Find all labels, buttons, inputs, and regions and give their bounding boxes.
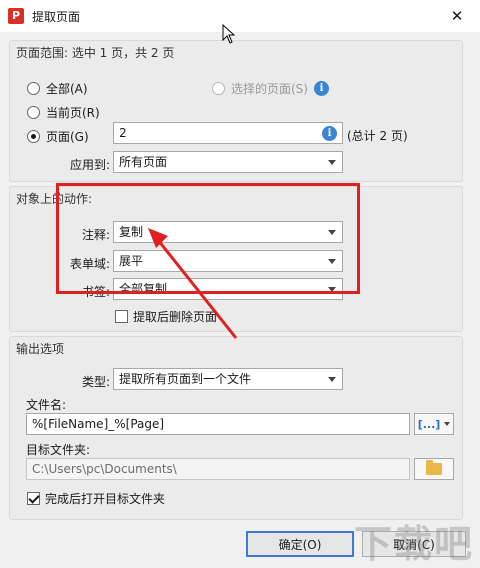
window-title: 提取页面 bbox=[32, 10, 81, 24]
cancel-button-label: 取消(C) bbox=[393, 537, 435, 552]
info-icon[interactable]: i bbox=[313, 81, 329, 96]
macro-icon: [...] bbox=[417, 417, 441, 431]
delete-after-extract-box[interactable] bbox=[115, 310, 128, 323]
annotation-value: 复制 bbox=[119, 225, 144, 239]
radio-pages-label: 页面(G) bbox=[46, 130, 89, 144]
radio-selected-label: 选择的页面(S) bbox=[231, 82, 308, 96]
annotation-label: 注释: bbox=[81, 228, 110, 242]
dialog-body: 页面范围: 选中 1 页，共 2 页 全部(A) 选择的页面(S) i 当前页(… bbox=[0, 32, 480, 568]
chevron-down-icon bbox=[444, 422, 451, 426]
app-logo-icon: P bbox=[8, 8, 24, 24]
target-folder-value: C:\Users\pc\Documents\ bbox=[32, 462, 177, 476]
radio-current-label: 当前页(R) bbox=[46, 106, 100, 120]
page-range-title: 页面范围: 选中 1 页，共 2 页 bbox=[16, 46, 175, 60]
filename-label: 文件名: bbox=[26, 398, 67, 412]
pages-input-value: 2 bbox=[119, 126, 127, 140]
target-folder-label: 目标文件夹: bbox=[26, 443, 91, 457]
close-button[interactable]: ✕ bbox=[434, 0, 480, 32]
object-actions-title: 对象上的动作: bbox=[16, 192, 93, 206]
apply-to-value: 所有页面 bbox=[119, 155, 168, 169]
form-field-label: 表单域: bbox=[69, 257, 110, 271]
radio-pages[interactable]: 页面(G) bbox=[27, 128, 89, 145]
mouse-cursor-icon bbox=[222, 24, 236, 44]
open-folder-after-label: 完成后打开目标文件夹 bbox=[45, 492, 166, 506]
radio-all-pages[interactable]: 全部(A) bbox=[27, 80, 88, 97]
filename-value: %[FileName]_%[Page] bbox=[32, 417, 165, 431]
close-icon: ✕ bbox=[450, 7, 464, 25]
filename-macro-button[interactable]: [...] bbox=[414, 413, 454, 435]
annotation-dropdown[interactable]: 复制 bbox=[113, 221, 343, 243]
chevron-down-icon bbox=[328, 230, 336, 235]
folder-icon bbox=[426, 460, 442, 475]
ok-button-label: 确定(O) bbox=[278, 537, 322, 552]
bookmark-label: 书签: bbox=[81, 285, 110, 299]
open-folder-after-checkbox[interactable]: 完成后打开目标文件夹 bbox=[27, 490, 165, 507]
chevron-down-icon bbox=[328, 259, 336, 264]
type-label: 类型: bbox=[81, 375, 110, 389]
radio-current-circle[interactable] bbox=[27, 106, 40, 119]
apply-to-dropdown[interactable]: 所有页面 bbox=[113, 151, 343, 173]
total-pages-label: (总计 2 页) bbox=[347, 129, 408, 143]
chevron-down-icon bbox=[328, 377, 336, 382]
type-dropdown[interactable]: 提取所有页面到一个文件 bbox=[113, 368, 343, 390]
radio-all-circle[interactable] bbox=[27, 82, 40, 95]
title-bar: P 提取页面 ✕ bbox=[0, 0, 480, 32]
pages-input[interactable]: 2 bbox=[113, 122, 343, 144]
target-folder-input[interactable]: C:\Users\pc\Documents\ bbox=[26, 458, 410, 480]
apply-to-label: 应用到: bbox=[70, 158, 111, 172]
type-value: 提取所有页面到一个文件 bbox=[119, 372, 252, 386]
output-options-title: 输出选项 bbox=[16, 342, 65, 356]
radio-pages-circle[interactable] bbox=[27, 130, 40, 143]
chevron-down-icon bbox=[328, 160, 336, 165]
chevron-down-icon bbox=[328, 287, 336, 292]
delete-after-extract-checkbox[interactable]: 提取后删除页面 bbox=[115, 308, 217, 325]
browse-folder-button[interactable] bbox=[414, 458, 454, 480]
radio-all-label: 全部(A) bbox=[46, 82, 88, 96]
delete-after-extract-label: 提取后删除页面 bbox=[133, 310, 218, 324]
form-field-value: 展平 bbox=[119, 254, 144, 268]
ok-button[interactable]: 确定(O) bbox=[246, 531, 354, 557]
radio-current-page[interactable]: 当前页(R) bbox=[27, 104, 100, 121]
radio-selected-circle[interactable] bbox=[212, 82, 225, 95]
radio-selected-pages[interactable]: 选择的页面(S) i bbox=[212, 80, 329, 97]
info-icon[interactable]: i bbox=[322, 126, 337, 141]
bookmark-value: 全部复制 bbox=[119, 282, 168, 296]
filename-input[interactable]: %[FileName]_%[Page] bbox=[26, 413, 410, 435]
form-field-dropdown[interactable]: 展平 bbox=[113, 250, 343, 272]
cancel-button[interactable]: 取消(C) bbox=[362, 531, 466, 557]
bookmark-dropdown[interactable]: 全部复制 bbox=[113, 278, 343, 300]
open-folder-after-box[interactable] bbox=[27, 492, 40, 505]
